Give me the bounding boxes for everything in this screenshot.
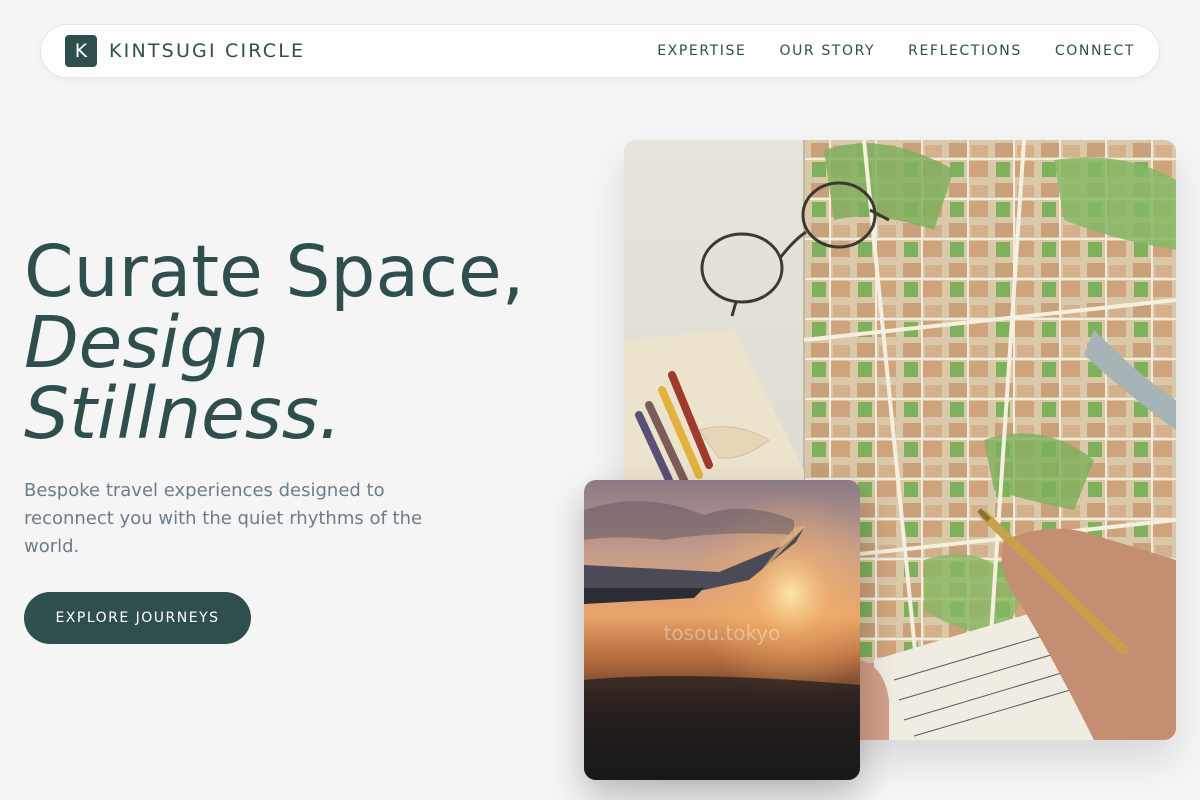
brand[interactable]: K KINTSUGI CIRCLE — [65, 35, 305, 67]
logo-mark: K — [65, 35, 97, 67]
brand-name: KINTSUGI CIRCLE — [109, 40, 306, 62]
top-navbar: K KINTSUGI CIRCLE EXPERTISE OUR STORY RE… — [40, 24, 1160, 78]
nav-link-expertise[interactable]: EXPERTISE — [657, 43, 746, 59]
nav-links: EXPERTISE OUR STORY REFLECTIONS CONNECT — [657, 43, 1135, 59]
plane-watermark: tosou.tokyo — [664, 621, 781, 645]
nav-link-connect[interactable]: CONNECT — [1055, 43, 1135, 59]
nav-link-our-story[interactable]: OUR STORY — [779, 43, 875, 59]
hero-title-line-1: Curate Space, — [24, 230, 525, 313]
hero-subtitle: Bespoke travel experiences designed to r… — [24, 480, 423, 557]
hero-title-line-3: Stillness. — [24, 372, 342, 455]
nav-link-reflections[interactable]: REFLECTIONS — [908, 43, 1022, 59]
explore-journeys-button[interactable]: EXPLORE JOURNEYS — [24, 592, 251, 644]
hero-title-line-2: Design — [24, 301, 270, 384]
airplane-sunset-photo: tosou.tokyo — [584, 480, 860, 780]
hero-title: Curate Space, Design Stillness. — [24, 236, 584, 449]
airplane-sunset-illustration: tosou.tokyo — [584, 480, 860, 780]
